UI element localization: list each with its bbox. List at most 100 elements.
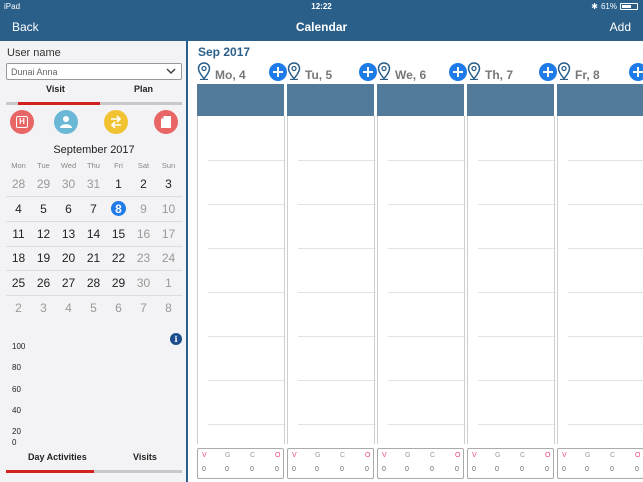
calendar-day[interactable]: 31 xyxy=(81,175,106,193)
battery-percent: 61% xyxy=(600,2,617,11)
calendar-day[interactable]: 30 xyxy=(131,274,156,292)
calendar-day[interactable]: 4 xyxy=(56,299,81,317)
location-pin-icon[interactable] xyxy=(287,62,301,80)
counter-letter: O xyxy=(545,452,551,459)
document-icon[interactable] xyxy=(154,110,178,134)
day-counters: V 0 G 0 C 0 O 0 xyxy=(557,448,643,479)
calendar-day[interactable]: 9 xyxy=(131,200,156,218)
calendar-day-selected[interactable]: 8 xyxy=(106,200,131,218)
calendar-day[interactable]: 29 xyxy=(31,175,56,193)
calendar-day[interactable]: 25 xyxy=(6,274,31,292)
calendar-day[interactable]: 29 xyxy=(106,274,131,292)
counter-letter: G xyxy=(495,452,501,459)
person-icon[interactable] xyxy=(54,110,78,134)
segment-visit[interactable]: Visit xyxy=(46,84,65,94)
hour-line xyxy=(478,292,556,293)
calendar-day[interactable]: 16 xyxy=(131,225,156,243)
chart-y-tick: 60 xyxy=(12,385,21,394)
calendar-day[interactable]: 20 xyxy=(56,249,81,267)
back-button[interactable]: Back xyxy=(12,20,39,34)
counter-letter: G xyxy=(315,452,321,459)
calendar-day[interactable]: 10 xyxy=(156,200,181,218)
day-slots[interactable] xyxy=(557,116,643,444)
counter-value: 0 xyxy=(562,466,566,473)
weekday-tue: Tue xyxy=(37,161,50,170)
segment-plan[interactable]: Plan xyxy=(134,84,153,94)
info-icon[interactable]: i xyxy=(170,333,182,345)
calendar-day[interactable]: 24 xyxy=(156,249,181,267)
day-slots[interactable] xyxy=(287,116,376,444)
counter-letter: C xyxy=(250,452,256,459)
day-column: Th, 7 V 0 G 0 C 0 O 0 xyxy=(467,60,557,482)
counter-value: 0 xyxy=(405,466,409,473)
day-label: Th, 7 xyxy=(485,68,514,82)
location-pin-icon[interactable] xyxy=(467,62,481,80)
day-counters: V 0 G 0 C 0 O 0 xyxy=(377,448,464,479)
counter-value: 0 xyxy=(585,466,589,473)
calendar-day[interactable]: 22 xyxy=(106,249,131,267)
calendar-day[interactable]: 3 xyxy=(31,299,56,317)
tab-visits[interactable]: Visits xyxy=(133,452,157,462)
all-day-bar[interactable] xyxy=(377,84,464,116)
all-day-bar[interactable] xyxy=(287,84,374,116)
add-visit-button[interactable] xyxy=(629,63,643,81)
calendar-day[interactable]: 4 xyxy=(6,200,31,218)
counter-letter: V xyxy=(562,452,567,459)
calendar-day[interactable]: 8 xyxy=(156,299,181,317)
location-pin-icon[interactable] xyxy=(377,62,391,80)
calendar-day[interactable]: 11 xyxy=(6,225,31,243)
calendar-day[interactable]: 19 xyxy=(31,249,56,267)
counter-value: 0 xyxy=(292,466,296,473)
week-divider xyxy=(6,295,182,296)
calendar-day[interactable]: 6 xyxy=(56,200,81,218)
calendar-day[interactable]: 21 xyxy=(81,249,106,267)
calendar-day[interactable]: 26 xyxy=(31,274,56,292)
calendar-day[interactable]: 2 xyxy=(131,175,156,193)
calendar-day[interactable]: 13 xyxy=(56,225,81,243)
calendar-day[interactable]: 28 xyxy=(6,175,31,193)
hour-line xyxy=(208,204,286,205)
counter-letter: O xyxy=(635,452,641,459)
swap-arrows-icon[interactable] xyxy=(104,110,128,134)
hour-line xyxy=(208,292,286,293)
calendar-day[interactable]: 15 xyxy=(106,225,131,243)
day-slots[interactable] xyxy=(377,116,466,444)
add-visit-button[interactable] xyxy=(539,63,557,81)
calendar-day[interactable]: 18 xyxy=(6,249,31,267)
all-day-bar[interactable] xyxy=(557,84,643,116)
calendar-day[interactable]: 23 xyxy=(131,249,156,267)
calendar-day[interactable]: 3 xyxy=(156,175,181,193)
chart-y-tick: 40 xyxy=(12,406,21,415)
counter-value: 0 xyxy=(340,466,344,473)
hour-line xyxy=(208,424,286,425)
day-slots[interactable] xyxy=(197,116,286,444)
counter-value: 0 xyxy=(545,466,549,473)
add-button[interactable]: Add xyxy=(610,20,631,34)
all-day-bar[interactable] xyxy=(467,84,554,116)
calendar-day[interactable]: 14 xyxy=(81,225,106,243)
calendar-day[interactable]: 17 xyxy=(156,225,181,243)
calendar-day[interactable]: 2 xyxy=(6,299,31,317)
add-visit-button[interactable] xyxy=(269,63,287,81)
hospital-icon[interactable]: H xyxy=(10,110,34,134)
all-day-bar[interactable] xyxy=(197,84,284,116)
location-pin-icon[interactable] xyxy=(197,62,211,80)
calendar-day[interactable]: 28 xyxy=(81,274,106,292)
user-select[interactable]: Dunai Anna xyxy=(6,63,182,80)
calendar-day[interactable]: 5 xyxy=(31,200,56,218)
page-title: Calendar xyxy=(295,20,348,34)
add-visit-button[interactable] xyxy=(359,63,377,81)
calendar-day[interactable]: 1 xyxy=(156,274,181,292)
calendar-day[interactable]: 12 xyxy=(31,225,56,243)
add-visit-button[interactable] xyxy=(449,63,467,81)
calendar-day[interactable]: 30 xyxy=(56,175,81,193)
calendar-day[interactable]: 5 xyxy=(81,299,106,317)
calendar-day[interactable]: 1 xyxy=(106,175,131,193)
location-pin-icon[interactable] xyxy=(557,62,571,80)
calendar-day[interactable]: 27 xyxy=(56,274,81,292)
calendar-day[interactable]: 7 xyxy=(131,299,156,317)
tab-day-activities[interactable]: Day Activities xyxy=(28,452,87,462)
calendar-day[interactable]: 7 xyxy=(81,200,106,218)
calendar-day[interactable]: 6 xyxy=(106,299,131,317)
day-slots[interactable] xyxy=(467,116,556,444)
